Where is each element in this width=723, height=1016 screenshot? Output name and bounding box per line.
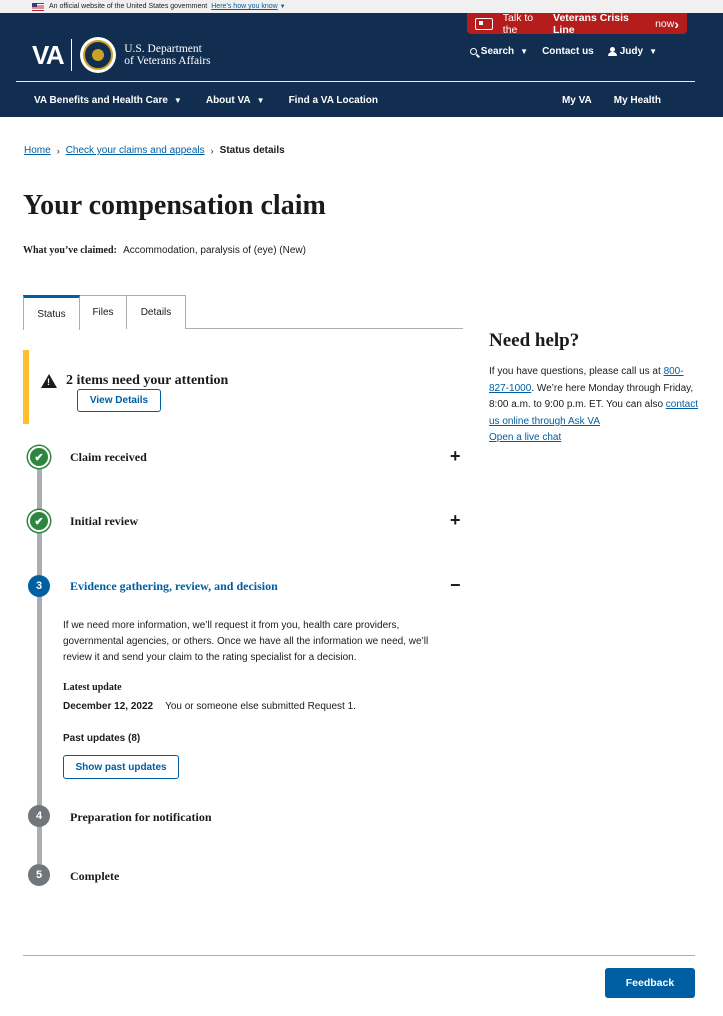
veterans-crisis-line-button[interactable]: Talk to the Veterans Crisis Line now › xyxy=(467,11,687,36)
latest-update-row: December 12, 2022 You or someone else su… xyxy=(63,701,356,712)
va-seal-icon xyxy=(80,37,117,73)
crisis-prefix: Talk to the xyxy=(502,11,534,36)
tab-files[interactable]: Files xyxy=(79,295,127,329)
nav-my-health[interactable]: My Health xyxy=(614,95,661,106)
nav-label: About VA xyxy=(205,95,251,106)
alert-title: 2 items need your attention xyxy=(66,373,229,388)
site-header: Talk to the Veterans Crisis Line now › V… xyxy=(0,11,723,117)
va-home-link[interactable]: VA U.S. Department of Veterans Affairs xyxy=(32,37,211,73)
step-preparation: Preparation for notification xyxy=(70,810,212,824)
past-updates-label: Past updates (8) xyxy=(63,733,141,744)
help-text-1: If you have questions, please call us at xyxy=(489,366,661,377)
chevron-right-icon: › xyxy=(56,145,60,156)
step-complete-icon: ✔ xyxy=(28,510,50,532)
breadcrumb-claims[interactable]: Check your claims and appeals xyxy=(66,145,205,156)
crisis-bold: Veterans Crisis Line xyxy=(553,11,629,36)
breadcrumb-current: Status details xyxy=(219,145,285,156)
latest-update-date: December 12, 2022 xyxy=(63,701,154,712)
gov-banner-text: An official website of the United States… xyxy=(49,3,208,10)
expand-icon[interactable]: + xyxy=(450,447,461,465)
claimed-label: What you’ve claimed: xyxy=(23,245,117,256)
chevron-down-icon: ▼ xyxy=(520,47,529,56)
contact-us-link[interactable]: Contact us xyxy=(542,46,594,57)
chevron-down-icon: ▼ xyxy=(279,3,286,10)
step-number-4: 4 xyxy=(28,805,50,827)
utility-nav: Search ▼ Contact us Judy ▼ xyxy=(456,46,657,57)
step-number-3: 3 xyxy=(28,575,50,597)
view-details-button[interactable]: View Details xyxy=(77,389,161,412)
contact-us-label: Contact us xyxy=(542,46,594,57)
nav-label: Find a VA Location xyxy=(288,95,379,106)
dept-line2: of Veterans Affairs xyxy=(124,55,211,67)
footer-divider xyxy=(23,955,695,956)
breadcrumb: Home › Check your claims and appeals › S… xyxy=(24,145,285,156)
step-initial-review[interactable]: Initial review xyxy=(70,514,138,529)
latest-update-text: You or someone else submitted Request 1. xyxy=(165,701,356,712)
claimed-value: Accommodation, paralysis of (eye) (New) xyxy=(123,245,306,256)
nav-my-va[interactable]: My VA xyxy=(562,95,592,106)
timeline-connector xyxy=(37,531,42,575)
search-icon xyxy=(469,48,477,55)
department-name: U.S. Department of Veterans Affairs xyxy=(124,43,210,67)
feedback-button[interactable]: Feedback xyxy=(605,968,695,998)
page-title: Your compensation claim xyxy=(23,190,326,221)
live-chat-link[interactable]: Open a live chat xyxy=(489,432,561,443)
us-flag-icon xyxy=(32,2,44,11)
step3-description: If we need more information, we’ll reque… xyxy=(63,620,429,663)
tab-details[interactable]: Details xyxy=(126,295,186,329)
crisis-line-icon xyxy=(475,17,493,30)
claimed-summary: What you’ve claimed: Accommodation, para… xyxy=(23,245,306,256)
heres-how-you-know-link[interactable]: Here’s how you know xyxy=(211,3,277,10)
claim-tabs: Status Files Details xyxy=(23,295,463,330)
attention-alert: 2 items need your attention View Details xyxy=(23,350,463,424)
show-past-updates-button[interactable]: Show past updates xyxy=(63,755,179,779)
user-menu-button[interactable]: Judy ▼ xyxy=(607,46,657,57)
need-help-title: Need help? xyxy=(489,330,580,351)
nav-label: VA Benefits and Health Care xyxy=(34,95,168,106)
nav-find-location[interactable]: Find a VA Location xyxy=(289,95,378,106)
tab-status[interactable]: Status xyxy=(23,295,80,330)
chevron-down-icon: ▼ xyxy=(173,96,182,105)
chevron-right-icon: › xyxy=(674,15,679,32)
breadcrumb-home[interactable]: Home xyxy=(24,145,51,156)
step-evidence-gathering[interactable]: Evidence gathering, review, and decision xyxy=(70,579,278,594)
dept-line1: U.S. Department xyxy=(124,43,202,55)
chevron-right-icon: › xyxy=(210,145,214,156)
step-claim-received[interactable]: Claim received xyxy=(70,450,147,465)
person-icon xyxy=(607,47,617,56)
nav-benefits-health-care[interactable]: VA Benefits and Health Care ▼ xyxy=(34,95,182,106)
chevron-down-icon: ▼ xyxy=(256,96,265,105)
user-name: Judy xyxy=(619,46,644,57)
latest-update-label: Latest update xyxy=(63,682,122,693)
step-complete-icon: ✔ xyxy=(28,446,50,468)
crisis-suffix: now xyxy=(655,17,675,30)
chevron-down-icon: ▼ xyxy=(649,47,657,56)
search-label: Search xyxy=(480,46,515,57)
header-divider xyxy=(16,81,695,82)
expand-icon[interactable]: + xyxy=(450,511,461,529)
va-logo: VA xyxy=(32,39,73,71)
step-complete: Complete xyxy=(70,869,120,883)
search-button[interactable]: Search ▼ xyxy=(469,46,529,57)
collapse-icon[interactable]: − xyxy=(450,576,461,594)
timeline-connector xyxy=(37,596,42,806)
nav-right: My VA My Health xyxy=(540,95,661,106)
need-help-text: If you have questions, please call us at… xyxy=(489,364,699,430)
main-nav: VA Benefits and Health Care ▼ About VA ▼… xyxy=(34,95,685,106)
nav-about-va[interactable]: About VA ▼ xyxy=(206,95,265,106)
warning-icon xyxy=(41,374,57,388)
timeline-connector xyxy=(37,466,42,511)
timeline-connector xyxy=(37,826,42,864)
step-number-5: 5 xyxy=(28,864,50,886)
